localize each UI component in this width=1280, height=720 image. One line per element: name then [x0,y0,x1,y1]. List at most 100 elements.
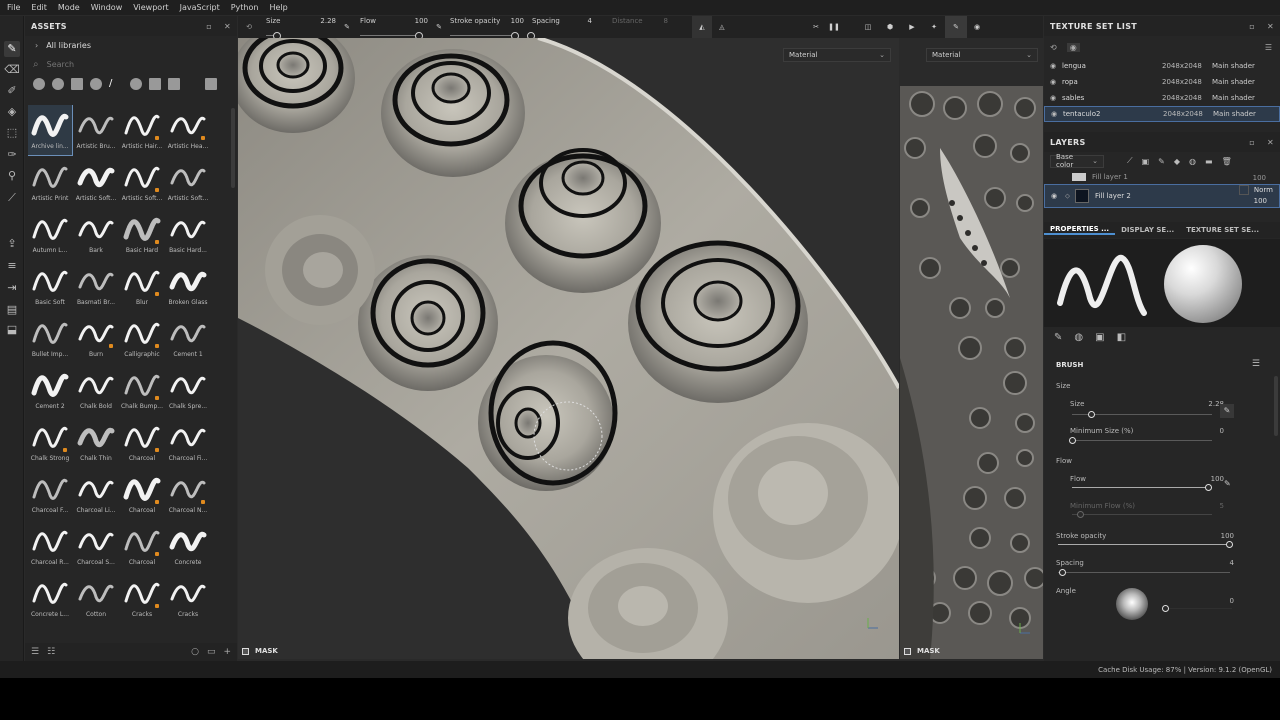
menu-viewport[interactable]: Viewport [133,3,168,12]
brush-tile[interactable]: Chalk Thin [74,417,118,467]
add-mask-icon[interactable]: ▣ [1142,157,1150,166]
menu-file[interactable]: File [7,3,20,12]
min-size-slider-knob[interactable] [1069,437,1076,444]
brush-tile[interactable]: Charcoal S... [74,521,118,571]
toolbar-flow[interactable]: Flow 100 [354,16,432,40]
size-pressure-icon[interactable]: ✎ [1220,404,1234,418]
brush-tile[interactable]: Basic Soft [28,261,72,311]
smudge-tool-icon[interactable]: ⬚ [4,125,20,141]
layer-row-fill-1[interactable]: Fill layer 1 100 [1044,170,1280,184]
float-panel-icon[interactable]: ▫ [1249,22,1255,31]
brush-settings-icon[interactable]: ✎ [1054,332,1062,343]
render-icon[interactable]: ✦ [923,16,945,38]
toolbar-size-slider[interactable] [266,32,281,40]
spacing-slider-knob[interactable] [1059,569,1066,576]
eye-icon[interactable]: ◉ [1051,110,1063,118]
brush-tile[interactable]: Chalk Bump... [120,365,164,415]
add-icon[interactable]: + [223,647,231,657]
tab-display-settings[interactable]: DISPLAY SE... [1115,226,1180,234]
tab-texture-set-settings[interactable]: TEXTURE SET SE... [1180,226,1265,234]
menu-icon[interactable]: ☰ [1265,43,1272,52]
brush-tile[interactable]: Cracks [166,573,210,623]
brush-tile[interactable]: Charcoal Fi... [166,417,210,467]
flow-slider[interactable] [1072,484,1212,491]
toolbar-stroke-slider[interactable] [450,32,519,40]
stroke-opacity-slider-knob[interactable] [1226,541,1233,548]
min-size-slider[interactable] [1069,437,1212,444]
delete-layer-icon[interactable]: 🗑 [1222,157,1232,166]
texture-set-shader[interactable]: Main shader [1212,94,1255,102]
filter-textures-icon[interactable] [71,78,83,90]
brush-menu-icon[interactable]: ☰ [1252,359,1260,369]
spacing-slider[interactable] [1058,569,1230,576]
assets-scrollbar[interactable] [231,108,235,188]
texture-set-shader[interactable]: Main shader [1212,62,1255,70]
texture-set-row[interactable]: ◉ sables 2048x2048 Main shader [1044,90,1280,106]
filter-procedurals-icon[interactable] [90,78,102,90]
viewport-3d[interactable]: Material ⌄ MASK [238,38,899,659]
eye-icon[interactable]: ◉ [1050,78,1062,86]
layer-blend[interactable]: Norm [1254,186,1273,194]
history-icon[interactable]: ⟲ [1050,43,1057,52]
brush-tile[interactable]: Artistic Soft... [120,157,164,207]
pen-pressure-icon-2[interactable]: ✎ [432,16,446,38]
toolbar-distance[interactable]: Distance 8 [602,16,692,38]
brush-tile[interactable]: Concrete [166,521,210,571]
brush-tile[interactable]: Bullet Imp... [28,313,72,363]
size-slider[interactable] [1072,411,1212,418]
paint-brush-tool-icon[interactable]: ✎ [4,41,20,57]
material-icon[interactable]: ◧ [1117,332,1126,343]
brush-tile[interactable]: Cement 2 [28,365,72,415]
brush-tile[interactable]: Basic Hard [120,209,164,259]
brush-tile[interactable]: Artistic Soft... [74,157,118,207]
menu-mode[interactable]: Mode [58,3,80,12]
brush-tile[interactable]: Basic Hard... [166,209,210,259]
texture-set-row[interactable]: ◉ tentaculo2 2048x2048 Main shader [1044,106,1280,122]
brush-tile[interactable]: Burn [74,313,118,363]
brush-tile[interactable]: Concrete L... [28,573,72,623]
viewport-2d-mask[interactable]: MASK [904,643,940,659]
projection-tool-icon[interactable]: ✐ [4,83,20,99]
viewport-3d-mask[interactable]: MASK [242,643,278,659]
angle-slider[interactable] [1162,605,1232,612]
layer-row-fill-2[interactable]: ◉ ⬦ Fill layer 2 Norm 100 [1044,184,1280,208]
texture-set-shader[interactable]: Main shader [1213,110,1256,118]
channel-select[interactable]: Base color ⌄ [1050,153,1104,169]
angle-slider-knob[interactable] [1162,605,1169,612]
brush-tile[interactable]: Charcoal [120,521,164,571]
list-view-icon[interactable]: ☰ [31,647,39,657]
add-effect-icon[interactable]: ⟋ [1127,156,1133,166]
eye-icon[interactable]: ◉ [1051,192,1065,200]
brush-tile[interactable]: Blur [120,261,164,311]
camera-icon[interactable]: ▶ [901,16,923,38]
filter-grid-icon[interactable] [149,78,161,90]
properties-scrollbar[interactable] [1274,376,1278,436]
texture-set-row[interactable]: ◉ lengua 2048x2048 Main shader [1044,58,1280,74]
brush-tile[interactable]: Chalk Spre... [166,365,210,415]
filter-materials-icon[interactable] [33,78,45,90]
close-icon[interactable]: ✕ [1267,22,1274,31]
symmetry-icon[interactable]: ◭ [692,16,712,38]
brush-tile[interactable]: Cotton [74,573,118,623]
stencil-icon[interactable]: ▣ [1095,332,1104,343]
bake-tool-icon[interactable]: ⇪ [4,236,20,252]
folder-icon[interactable]: ▭ [207,647,216,657]
pen-pressure-icon[interactable]: ✎ [340,16,354,38]
color-picker-icon[interactable]: ⟋ [4,190,20,206]
float-panel-icon[interactable]: ▫ [1249,138,1255,147]
stack-tool-icon[interactable]: ≡ [4,258,20,274]
brush-tile[interactable]: Charcoal F... [28,469,72,519]
eraser-tool-icon[interactable]: ⌫ [4,62,20,78]
texture-set-shader[interactable]: Main shader [1212,78,1255,86]
cube-view-icon[interactable]: ⬢ [879,16,901,38]
tool-settings-icon[interactable]: ⟲ [238,16,260,38]
min-flow-slider[interactable] [1072,511,1212,518]
brush-tile[interactable]: Cement 1 [166,313,210,363]
search-input[interactable] [46,59,197,69]
eye-icon[interactable]: ◉ [1050,94,1062,102]
brush-tile[interactable]: Basmati Br... [74,261,118,311]
eye-icon[interactable]: ◉ [1050,62,1062,70]
menu-help[interactable]: Help [269,3,287,12]
viewport-3d-material-select[interactable]: Material ⌄ [783,48,891,62]
brush-tile[interactable]: Artistic Print [28,157,72,207]
